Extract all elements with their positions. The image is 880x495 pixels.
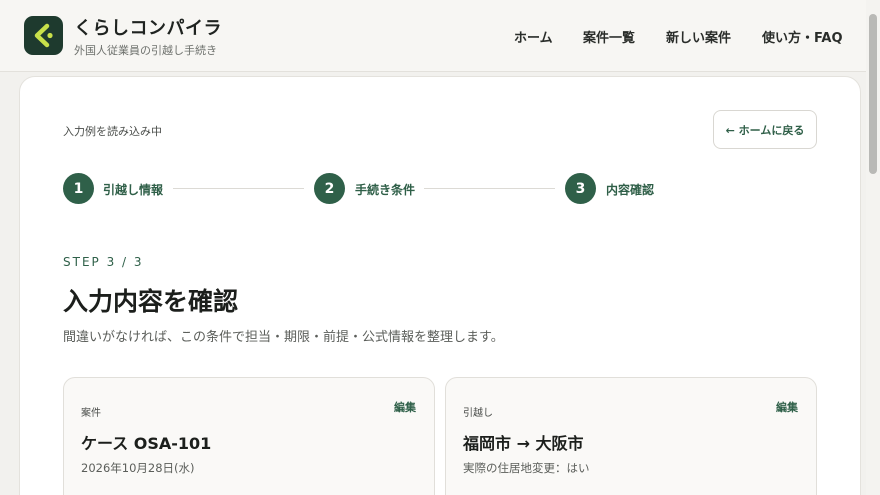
- loading-status: 入力例を読み込み中: [63, 125, 162, 138]
- panel-tag: 引越し: [463, 408, 493, 419]
- step-2-indicator[interactable]: 2: [314, 173, 345, 204]
- step-2-label[interactable]: 手続き条件: [355, 181, 415, 198]
- nav-home-link[interactable]: ホーム: [514, 27, 553, 46]
- step-eyebrow: STEP 3 / 3: [63, 255, 144, 269]
- step-connector: [173, 188, 304, 189]
- edit-move-button[interactable]: 編集: [776, 399, 798, 415]
- nav-new-case-link[interactable]: 新しい案件: [666, 27, 731, 46]
- app-logo-icon[interactable]: [24, 16, 63, 55]
- case-date: 2026年10月28日(水): [81, 461, 195, 475]
- edit-case-button[interactable]: 編集: [394, 399, 416, 415]
- brand-subtitle: 外国人従業員の引越し手続き: [74, 44, 217, 57]
- top-header: くらしコンパイラ 外国人従業員の引越し手続き ホーム 案件一覧 新しい案件 使い…: [0, 0, 866, 72]
- move-route: 福岡市 → 大阪市: [463, 434, 584, 453]
- brand-name[interactable]: くらしコンパイラ: [74, 14, 222, 40]
- case-summary-panel: 案件 編集 ケース OSA-101 2026年10月28日(水): [63, 377, 435, 495]
- step-connector: [424, 188, 555, 189]
- step-3-indicator[interactable]: 3: [565, 173, 596, 204]
- move-summary-panel: 引越し 編集 福岡市 → 大阪市 実際の住居地変更：はい: [445, 377, 817, 495]
- back-to-home-button[interactable]: ← ホームに戻る: [713, 110, 817, 149]
- residence-change-status: 実際の住居地変更：はい: [463, 461, 590, 475]
- chevron-left-logo-icon: [34, 23, 53, 48]
- case-id: ケース OSA-101: [81, 434, 212, 453]
- step-1-label[interactable]: 引越し情報: [103, 181, 163, 198]
- page-title: 入力内容を確認: [63, 287, 239, 316]
- page-description: 間違いがなければ、この条件で担当・期限・前提・公式情報を整理します。: [63, 330, 504, 345]
- nav-guide-faq-link[interactable]: 使い方・FAQ: [762, 27, 843, 46]
- panel-tag: 案件: [81, 408, 101, 419]
- step-1-indicator[interactable]: 1: [63, 173, 94, 204]
- scrollbar-thumb[interactable]: [869, 14, 877, 174]
- step-3-label[interactable]: 内容確認: [606, 181, 654, 198]
- nav-cases-link[interactable]: 案件一覧: [583, 27, 635, 46]
